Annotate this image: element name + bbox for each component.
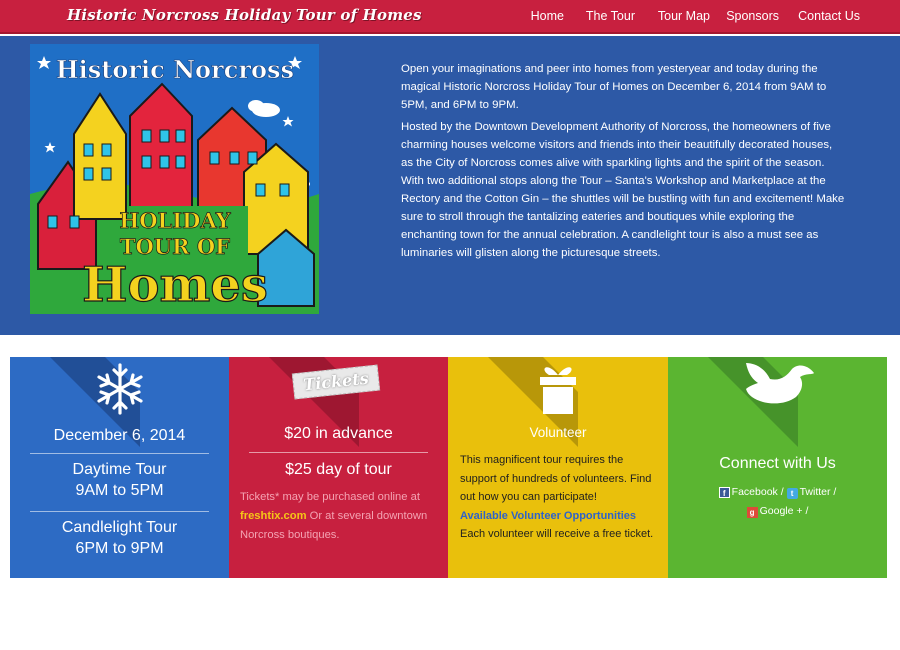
price-advance: $20 in advance	[284, 425, 393, 442]
tour-date: December 6, 2014	[53, 427, 186, 444]
connect-box: Connect with Us f Facebook / t Twitter / g…	[668, 357, 887, 578]
nav-the-tour[interactable]: The Tour	[586, 9, 635, 23]
volunteer-text-before: This magnificent tour requires the suppo…	[460, 454, 652, 504]
freshtix-link[interactable]: freshtix.com	[240, 510, 307, 522]
tour-poster-image: Historic Norcross HOLIDAY TOUR OF Homes	[30, 44, 319, 314]
daytime-tour-hours: 9AM to 5PM	[75, 482, 164, 499]
price-day-of-tour: $25 day of tour	[285, 461, 392, 478]
tickets-box: Tickets $20 in advance $25 day of tour T…	[229, 357, 448, 578]
intro-text: Open your imaginations and peer into hom…	[401, 60, 846, 266]
facebook-link[interactable]: Facebook	[732, 486, 778, 498]
volunteer-heading: Volunteer	[529, 425, 587, 440]
top-navbar: Historic Norcross Holiday Tour of Homes …	[0, 0, 900, 34]
volunteer-box: Volunteer This magnificent tour requires…	[448, 357, 668, 578]
google-plus-link[interactable]: Google +	[760, 505, 803, 517]
gift-icon	[540, 367, 576, 414]
nav-contact-us[interactable]: Contact Us	[798, 9, 860, 23]
dove-icon	[746, 363, 814, 404]
svg-text:HOLIDAY: HOLIDAY	[119, 208, 231, 233]
social-links-row-1: f Facebook / t Twitter /	[668, 486, 887, 499]
volunteer-opportunities-link[interactable]: Available Volunteer Opportunities	[460, 510, 636, 522]
tickets-text-before: Tickets* may be purchased online at	[240, 491, 420, 503]
connect-heading: Connect with Us	[719, 455, 836, 472]
nav-home[interactable]: Home	[531, 9, 564, 23]
intro-paragraph-1: Open your imaginations and peer into hom…	[401, 63, 827, 111]
volunteer-text-after: Each volunteer will receive a free ticke…	[460, 528, 654, 541]
date-box: December 6, 2014 Daytime Tour 9AM to 5PM…	[10, 357, 229, 578]
intro-paragraph-2: Hosted by the Downtown Development Autho…	[401, 121, 845, 259]
volunteer-info: This magnificent tour requires the suppo…	[460, 451, 660, 544]
poster-top-text: Historic Norcross	[56, 55, 294, 84]
nav-tour-map[interactable]: Tour Map	[658, 9, 710, 23]
divider	[249, 452, 428, 453]
divider	[30, 511, 209, 512]
twitter-icon[interactable]: t	[786, 488, 798, 499]
facebook-icon[interactable]: f	[718, 487, 730, 498]
svg-text:TOUR OF: TOUR OF	[120, 234, 230, 259]
social-links-row-2: g Google + /	[668, 505, 887, 518]
divider	[30, 453, 209, 454]
nav-sponsors[interactable]: Sponsors	[726, 9, 779, 23]
tickets-info: Tickets* may be purchased online at fres…	[240, 488, 440, 545]
site-title[interactable]: Historic Norcross Holiday Tour of Homes	[67, 6, 422, 24]
snowflake-icon	[97, 363, 143, 415]
daytime-tour-title: Daytime Tour	[72, 461, 167, 478]
svg-text:Homes: Homes	[82, 257, 268, 313]
twitter-link[interactable]: Twitter	[800, 486, 831, 498]
candlelight-tour-hours: 6PM to 9PM	[75, 540, 164, 557]
google-plus-icon[interactable]: g	[746, 507, 758, 518]
hero-section: Historic Norcross HOLIDAY TOUR OF Homes …	[0, 36, 900, 335]
candlelight-tour-title: Candlelight Tour	[61, 519, 178, 536]
